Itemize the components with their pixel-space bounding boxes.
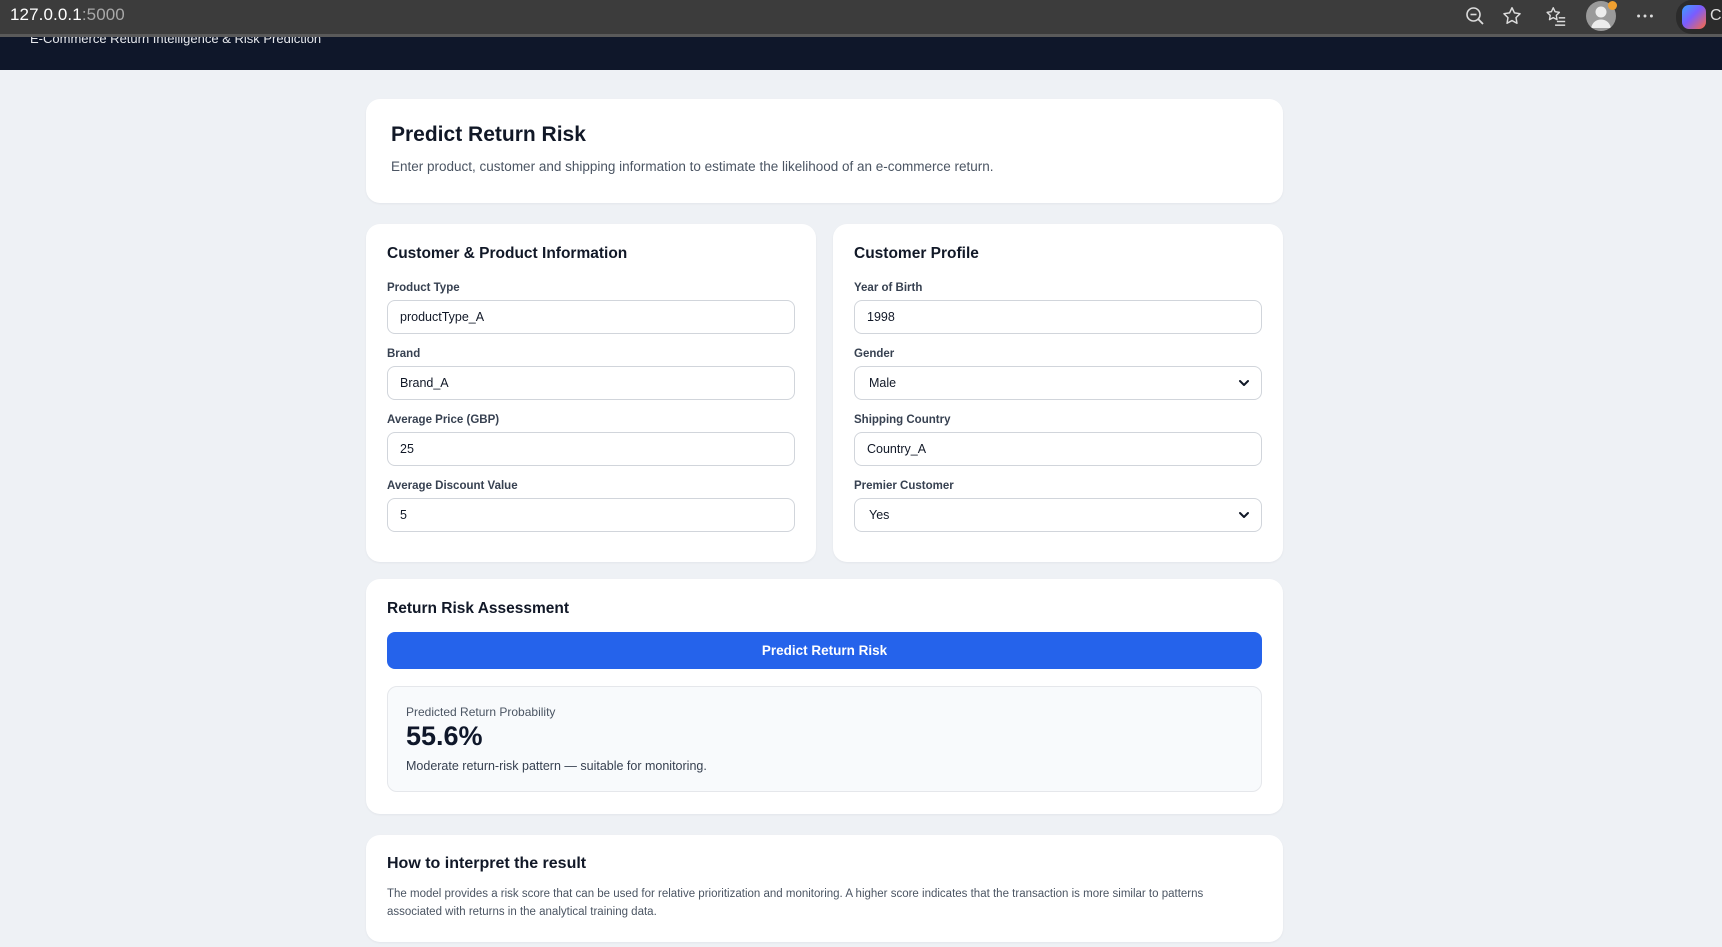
- average-price-label: Average Price (GBP): [387, 414, 500, 426]
- average-discount-input[interactable]: [387, 498, 795, 532]
- profile-panel-title: Customer Profile: [854, 245, 979, 262]
- year-of-birth-input[interactable]: [854, 300, 1262, 334]
- favorites-icon[interactable]: [1544, 4, 1568, 28]
- app-header-title: E-Commerce Return Intelligence & Risk Pr…: [30, 37, 322, 46]
- product-info-panel: Customer & Product Information Product T…: [366, 224, 816, 562]
- premier-customer-label: Premier Customer: [854, 480, 954, 492]
- address-bar[interactable]: 127.0.0.1:5000: [10, 5, 125, 25]
- predict-return-risk-button[interactable]: Predict Return Risk: [387, 632, 1262, 669]
- product-type-label: Product Type: [387, 282, 460, 294]
- page-subtitle: Enter product, customer and shipping inf…: [391, 159, 994, 174]
- assessment-title: Return Risk Assessment: [387, 600, 570, 617]
- risk-assessment-card: Return Risk Assessment Predict Return Ri…: [366, 579, 1283, 814]
- product-panel-title: Customer & Product Information: [387, 245, 628, 262]
- interpretation-title: How to interpret the result: [387, 855, 587, 872]
- gender-select[interactable]: Male: [854, 366, 1262, 400]
- interpretation-card: How to interpret the result The model pr…: [366, 835, 1283, 942]
- copilot-label: C: [1710, 7, 1722, 24]
- brand-label: Brand: [387, 348, 421, 360]
- app-header: E-Commerce Return Intelligence & Risk Pr…: [0, 37, 1722, 70]
- brand-input[interactable]: [387, 366, 795, 400]
- copilot-icon[interactable]: C: [1676, 0, 1722, 34]
- average-price-input[interactable]: [387, 432, 795, 466]
- interpretation-body: The model provides a risk score that can…: [387, 888, 1204, 918]
- browser-toolbar: 127.0.0.1:5000 C: [0, 0, 1722, 34]
- premier-customer-select[interactable]: Yes: [854, 498, 1262, 532]
- result-note: Moderate return-risk pattern — suitable …: [406, 759, 707, 773]
- product-type-input[interactable]: [387, 300, 795, 334]
- url-host: 127.0.0.1: [10, 5, 82, 24]
- star-icon[interactable]: [1500, 4, 1524, 28]
- shipping-country-label: Shipping Country: [854, 414, 951, 426]
- page-title: Predict Return Risk: [391, 123, 586, 146]
- result-label: Predicted Return Probability: [406, 705, 556, 719]
- url-port: :5000: [81, 5, 125, 24]
- zoom-out-icon[interactable]: [1463, 4, 1487, 28]
- result-box: Predicted Return Probability 55.6% Moder…: [387, 686, 1262, 792]
- premier-customer-selected-value: Yes: [869, 508, 890, 522]
- hero-card: Predict Return Risk Enter product, custo…: [366, 99, 1283, 203]
- year-of-birth-label: Year of Birth: [854, 282, 923, 294]
- gender-selected-value: Male: [869, 376, 897, 390]
- customer-profile-panel: Customer Profile Year of Birth Gender Ma…: [833, 224, 1283, 562]
- result-probability: 55.6%: [406, 721, 483, 751]
- copilot-logo-icon: [1682, 5, 1706, 29]
- notification-dot-icon: [1608, 1, 1617, 10]
- shipping-country-input[interactable]: [854, 432, 1262, 466]
- average-discount-label: Average Discount Value: [387, 480, 518, 492]
- gender-label: Gender: [854, 348, 895, 360]
- chevron-down-icon: [1237, 376, 1251, 390]
- chevron-down-icon: [1237, 508, 1251, 522]
- more-icon[interactable]: [1633, 4, 1657, 28]
